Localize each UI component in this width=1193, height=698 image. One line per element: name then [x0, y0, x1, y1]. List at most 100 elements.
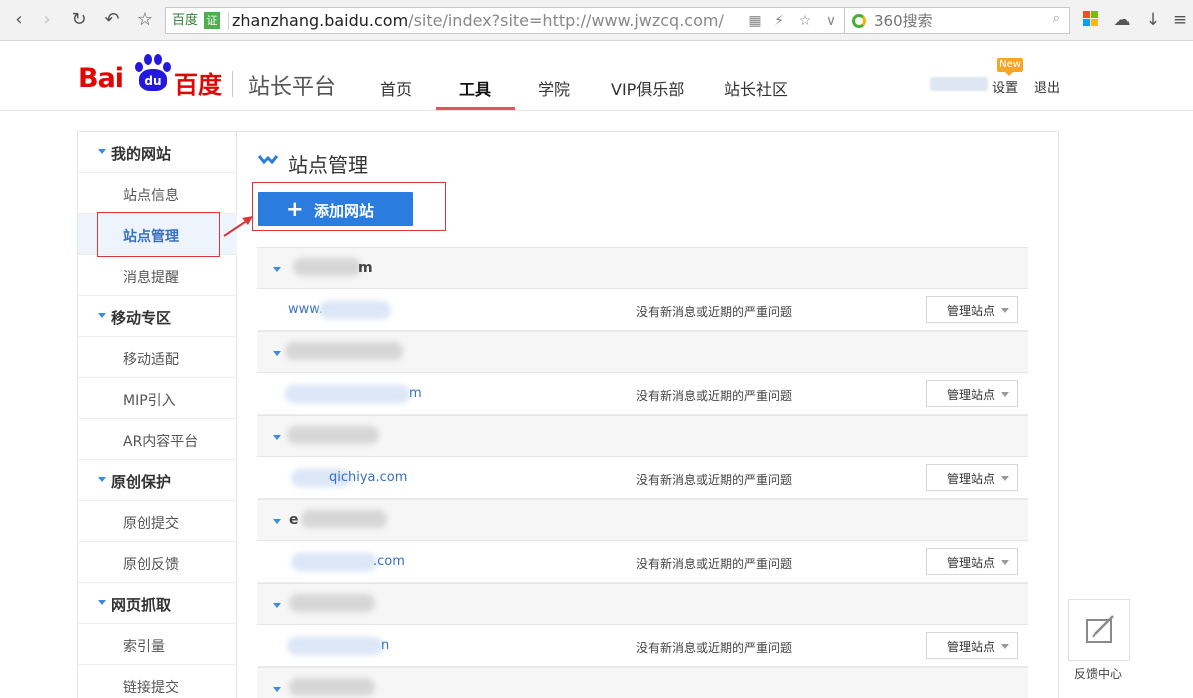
address-divider	[228, 12, 229, 30]
manage-site-label: 管理站点	[947, 640, 996, 654]
apps-grid-icon[interactable]	[1083, 11, 1099, 27]
sidebar-item-ar-platform[interactable]: AR内容平台	[78, 419, 237, 460]
back-icon[interactable]: ‹	[8, 9, 30, 31]
logout-link[interactable]: 退出	[1034, 77, 1060, 96]
sidebar-item-mobile-adapt[interactable]: 移动适配	[78, 337, 237, 378]
sidebar-group-original[interactable]: 原创保护	[78, 460, 237, 501]
site-status-message: 没有新消息或近期的严重问题	[636, 641, 793, 655]
sidebar-item-mip[interactable]: MIP引入	[78, 378, 237, 419]
site-row: n 没有新消息或近期的严重问题 管理站点	[257, 625, 1028, 667]
logo-divider	[232, 71, 233, 97]
browser-toolbar: ‹ › ↻ ↶ ☆ 百度 证 zhanzhang.baidu.com/site/…	[0, 0, 1193, 41]
caret-down-icon	[273, 351, 281, 360]
sidebar-item-message-alerts[interactable]: 消息提醒	[78, 255, 237, 296]
site-status-message: 没有新消息或近期的严重问题	[636, 557, 793, 571]
manage-site-button[interactable]: 管理站点	[926, 548, 1018, 575]
nav-academy[interactable]: 学院	[538, 76, 570, 100]
url-path: /site/index?site=http://www.jwzcq.com/	[408, 11, 724, 30]
manage-site-label: 管理站点	[947, 388, 996, 402]
caret-down-icon	[98, 600, 106, 609]
sidebar-group-my-sites[interactable]: 我的网站	[78, 132, 237, 173]
link-blurred	[291, 553, 377, 571]
url-text[interactable]: zhanzhang.baidu.com/site/index?site=http…	[232, 10, 724, 32]
logo-text-latin: Bai	[78, 63, 124, 94]
manage-site-label: 管理站点	[947, 472, 996, 486]
nav-home[interactable]: 首页	[380, 76, 412, 100]
site-group-header[interactable]: e	[257, 499, 1028, 541]
lightning-icon[interactable]: ⚡	[770, 11, 788, 31]
add-site-label: 添加网站	[314, 202, 375, 220]
sidebar-group-label: 移动专区	[111, 309, 172, 327]
chevron-down-icon[interactable]: ∨	[822, 11, 840, 31]
username-blurred[interactable]	[930, 77, 988, 91]
site-row: .com 没有新消息或近期的严重问题 管理站点	[257, 541, 1028, 583]
site-domain: e	[289, 512, 299, 528]
address-bar[interactable]: 百度 证 zhanzhang.baidu.com/site/index?site…	[165, 7, 845, 34]
manage-site-button[interactable]: 管理站点	[926, 632, 1018, 659]
download-icon[interactable]: ↓	[1142, 9, 1164, 31]
link-blurred	[285, 385, 410, 403]
cloud-icon[interactable]: ☁	[1111, 9, 1133, 31]
sidebar-item-original-feedback[interactable]: 原创反馈	[78, 542, 237, 583]
add-site-button[interactable]: + 添加网站	[258, 192, 413, 226]
search-box[interactable]: ⌕	[845, 7, 1070, 34]
sidebar-item-index-count[interactable]: 索引量	[78, 624, 237, 665]
caret-down-icon	[273, 603, 281, 612]
site-link[interactable]: www.	[288, 302, 323, 317]
sidebar-item-label: 链接提交	[123, 680, 179, 696]
caret-down-icon	[273, 435, 281, 444]
url-host: zhanzhang.baidu.com	[232, 11, 409, 30]
qrcode-icon[interactable]: ▦	[746, 11, 764, 31]
bookmark-star-icon[interactable]: ☆	[796, 11, 814, 31]
menu-icon[interactable]: ≡	[1169, 9, 1191, 31]
manage-site-button[interactable]: 管理站点	[926, 380, 1018, 407]
nav-vip-club[interactable]: VIP俱乐部	[611, 76, 684, 100]
search-icon[interactable]: ⌕	[1053, 11, 1060, 26]
dropdown-caret-icon	[1001, 308, 1009, 317]
sidebar-item-label: 移动适配	[123, 352, 179, 368]
site-domain: m	[358, 260, 373, 276]
domain-blurred	[301, 510, 387, 528]
site-group-header[interactable]	[257, 667, 1028, 698]
nav-community[interactable]: 站长社区	[724, 76, 788, 100]
site-row: www. 没有新消息或近期的严重问题 管理站点	[257, 289, 1028, 331]
sidebar-item-site-info[interactable]: 站点信息	[78, 173, 237, 214]
forward-icon[interactable]: ›	[36, 9, 58, 31]
sidebar-item-label: 索引量	[123, 639, 165, 655]
reload-icon[interactable]: ↻	[68, 9, 90, 31]
certificate-badge[interactable]: 证	[204, 12, 220, 29]
site-link[interactable]: m	[409, 386, 422, 401]
caret-down-icon	[98, 149, 106, 158]
site-link[interactable]: qichiya.com	[329, 470, 407, 485]
site-link[interactable]: .com	[373, 554, 405, 569]
site-group-header[interactable]: m	[257, 247, 1028, 289]
search-input[interactable]	[874, 10, 1044, 31]
site-group-header[interactable]	[257, 415, 1028, 457]
feedback-button[interactable]	[1068, 599, 1130, 661]
favorite-star-icon[interactable]: ☆	[134, 9, 156, 31]
undo-icon[interactable]: ↶	[101, 9, 123, 31]
nav-tools[interactable]: 工具	[459, 76, 491, 100]
sidebar-group-crawl[interactable]: 网页抓取	[78, 583, 237, 624]
site-status-message: 没有新消息或近期的严重问题	[636, 473, 793, 487]
sidebar-item-original-submit[interactable]: 原创提交	[78, 501, 237, 542]
manage-site-button[interactable]: 管理站点	[926, 464, 1018, 491]
site-group-header[interactable]	[257, 331, 1028, 373]
sidebar-item-label: MIP引入	[123, 393, 176, 409]
site-header: Bai du 百度 站长平台 首页 工具 学院 VIP俱乐部 站长社区 New …	[0, 41, 1193, 111]
site-link[interactable]: n	[381, 638, 389, 653]
dropdown-caret-icon	[1001, 476, 1009, 485]
domain-blurred	[289, 594, 375, 612]
sidebar-group-mobile[interactable]: 移动专区	[78, 296, 237, 337]
manage-site-label: 管理站点	[947, 556, 996, 570]
sidebar-item-link-submit[interactable]: 链接提交	[78, 665, 237, 698]
manage-site-button[interactable]: 管理站点	[926, 296, 1018, 323]
feedback-label: 反馈中心	[1074, 667, 1123, 681]
domain-blurred	[285, 342, 403, 360]
site-group-header[interactable]	[257, 583, 1028, 625]
caret-down-icon	[273, 519, 281, 528]
settings-link[interactable]: 设置	[992, 77, 1018, 96]
caret-down-icon	[273, 687, 281, 696]
site-tag: 百度	[172, 13, 199, 28]
sidebar-group-label: 网页抓取	[111, 596, 172, 614]
